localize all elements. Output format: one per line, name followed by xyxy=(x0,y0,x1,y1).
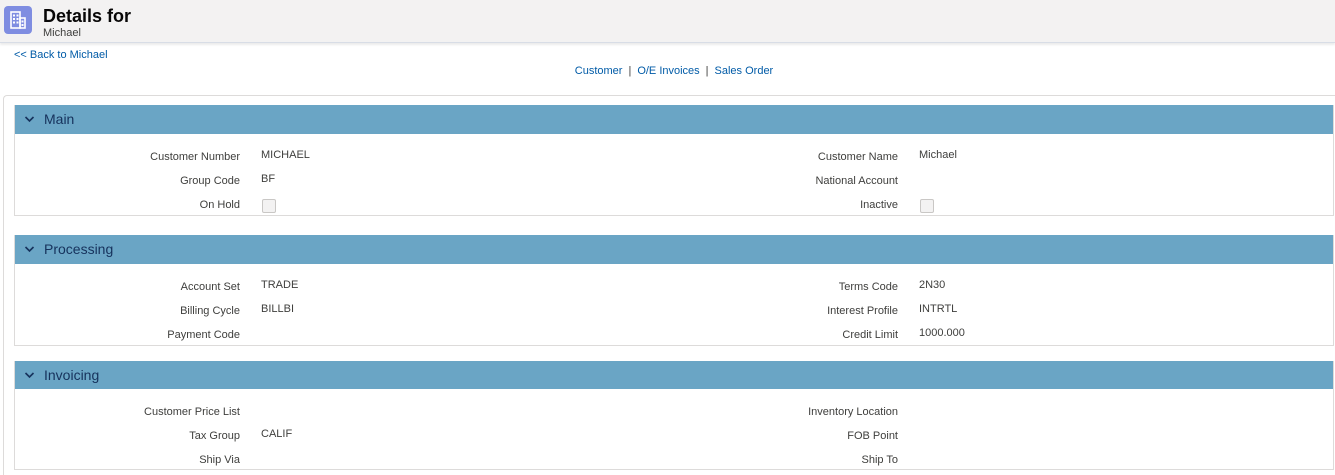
field-label: Inactive xyxy=(860,199,898,211)
field-row: Account Set TRADE Terms Code 2N30 xyxy=(15,274,1333,298)
section-main: Main Customer Number MICHAEL Customer Na… xyxy=(14,105,1334,216)
field-value: CALIF xyxy=(261,428,293,440)
field-label: Customer Name xyxy=(817,151,898,163)
field-row: Ship Via Ship To xyxy=(15,447,1333,469)
field-row: Tax Group CALIF FOB Point xyxy=(15,423,1333,447)
field-label: FOB Point xyxy=(847,430,898,442)
field-value: 1000.000 xyxy=(919,327,965,339)
field-label: Tax Group xyxy=(189,430,240,442)
field-label: Terms Code xyxy=(838,281,898,293)
field-row: Billing Cycle BILLBI Interest Profile IN… xyxy=(15,298,1333,322)
on-hold-checkbox[interactable] xyxy=(262,199,276,213)
nav-link-customer[interactable]: Customer xyxy=(575,65,623,77)
chevron-down-icon xyxy=(24,116,35,123)
field-label: Billing Cycle xyxy=(180,305,240,317)
field-label: Group Code xyxy=(180,175,240,187)
section-header-processing[interactable]: Processing xyxy=(15,235,1333,264)
chevron-down-icon xyxy=(24,372,35,379)
back-link[interactable]: << Back to Michael xyxy=(14,49,108,62)
field-row: Customer Number MICHAEL Customer Name Mi… xyxy=(15,144,1333,168)
field-label: Account Set xyxy=(180,281,240,293)
field-value: BF xyxy=(261,173,276,185)
section-header-invoicing[interactable]: Invoicing xyxy=(15,361,1333,389)
nav-link-oe-invoices[interactable]: O/E Invoices xyxy=(637,65,699,77)
section-invoicing: Invoicing Customer Price List Inventory … xyxy=(14,361,1334,470)
section-title: Invoicing xyxy=(44,367,100,383)
section-title: Main xyxy=(44,111,75,127)
field-label: Inventory Location xyxy=(808,406,898,418)
field-label: Ship To xyxy=(861,454,899,466)
field-row: On Hold Inactive xyxy=(15,192,1333,215)
field-row: Payment Code Credit Limit 1000.000 xyxy=(15,322,1333,345)
field-label: National Account xyxy=(815,175,898,187)
field-value: INTRTL xyxy=(919,303,958,315)
field-label: Customer Number xyxy=(150,151,240,163)
field-label: Credit Limit xyxy=(842,329,898,341)
field-label: Customer Price List xyxy=(144,406,240,418)
field-value: TRADE xyxy=(261,279,299,291)
field-value: MICHAEL xyxy=(261,149,310,161)
field-label: On Hold xyxy=(199,199,240,211)
page-subtitle: Michael xyxy=(43,27,81,39)
page-header: Details for Michael xyxy=(0,0,1335,43)
nav-separator: | xyxy=(628,65,632,77)
field-label: Interest Profile xyxy=(827,305,898,317)
section-header-main[interactable]: Main xyxy=(15,105,1333,134)
field-value: Michael xyxy=(919,149,957,161)
building-icon xyxy=(4,6,32,34)
nav-separator: | xyxy=(705,65,709,77)
field-value: BILLBI xyxy=(261,303,295,315)
chevron-down-icon xyxy=(24,246,35,253)
field-row: Group Code BF National Account xyxy=(15,168,1333,192)
section-title: Processing xyxy=(44,241,114,257)
related-nav: Customer | O/E Invoices | Sales Order xyxy=(0,64,1335,78)
nav-link-sales-order[interactable]: Sales Order xyxy=(715,65,774,77)
field-label: Payment Code xyxy=(167,329,240,341)
field-label: Ship Via xyxy=(199,454,240,466)
section-processing: Processing Account Set TRADE Terms Code … xyxy=(14,235,1334,346)
field-value: 2N30 xyxy=(919,279,946,291)
field-row: Customer Price List Inventory Location xyxy=(15,399,1333,423)
page-title: Details for xyxy=(43,6,132,26)
inactive-checkbox[interactable] xyxy=(920,199,934,213)
